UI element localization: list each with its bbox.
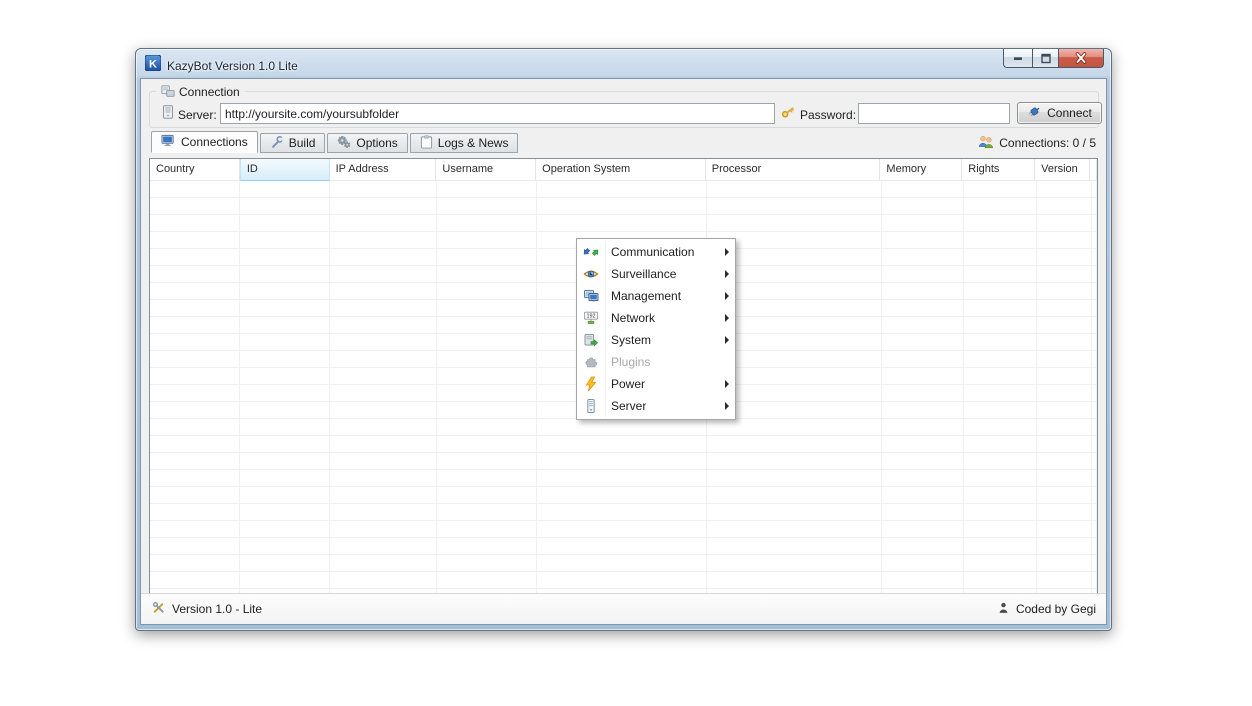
submenu-arrow-icon <box>719 336 735 344</box>
submenu-arrow-icon <box>719 380 735 388</box>
menu-item-label: Power <box>605 377 719 391</box>
submenu-arrow-icon <box>719 314 735 322</box>
submenu-arrow-icon <box>719 402 735 410</box>
tab-build[interactable]: Build <box>260 133 326 153</box>
tab-connections[interactable]: Connections <box>151 131 258 153</box>
app-icon: K <box>145 55 161 76</box>
title-bar[interactable]: K KazyBot Version 1.0 Lite <box>136 49 1111 78</box>
table-header: Country ID IP Address Username Operation… <box>150 159 1097 181</box>
column-header-rights[interactable]: Rights <box>962 159 1035 180</box>
column-header-ip-address[interactable]: IP Address <box>330 159 437 180</box>
monitor-icon <box>161 134 176 151</box>
menu-item-label: Network <box>605 311 719 325</box>
column-header-processor[interactable]: Processor <box>706 159 881 180</box>
clipboard-icon <box>420 135 433 152</box>
system-drive-icon <box>577 332 605 348</box>
column-header-version[interactable]: Version <box>1035 159 1090 180</box>
column-header-operation-system[interactable]: Operation System <box>536 159 706 180</box>
tab-logs-news[interactable]: Logs & News <box>410 133 519 153</box>
connect-button-label: Connect <box>1047 106 1092 120</box>
menu-item-power[interactable]: Power <box>577 373 735 395</box>
tab-options[interactable]: Options <box>327 133 407 153</box>
menu-item-label: Surveillance <box>605 267 719 281</box>
plug-icon <box>1027 104 1042 122</box>
menu-item-server[interactable]: Server <box>577 395 735 417</box>
menu-item-label: Plugins <box>605 355 719 369</box>
server-icon <box>162 105 174 119</box>
svg-text:192: 192 <box>587 314 596 320</box>
menu-item-label: Communication <box>605 245 719 259</box>
menu-item-label: System <box>605 333 719 347</box>
person-icon <box>997 601 1010 618</box>
submenu-arrow-icon <box>719 248 735 256</box>
gears-icon <box>337 135 351 152</box>
close-button[interactable] <box>1059 49 1104 68</box>
communication-icon <box>577 244 605 260</box>
column-header-country[interactable]: Country <box>150 159 240 180</box>
tab-strip: Connections Build <box>151 131 518 153</box>
tab-options-label: Options <box>356 136 397 150</box>
tools-icon <box>151 600 166 618</box>
connection-groupbox: Connection Server: <box>149 91 1099 128</box>
submenu-arrow-icon <box>719 292 735 300</box>
column-header-username[interactable]: Username <box>436 159 536 180</box>
menu-item-system[interactable]: System <box>577 329 735 351</box>
client-area: Connection Server: <box>140 78 1107 625</box>
connection-group-label: Connection <box>179 85 240 99</box>
menu-item-label: Server <box>605 399 719 413</box>
ip-address-icon: 192 <box>577 310 605 326</box>
status-credit-text: Coded by Gegi <box>1016 602 1096 616</box>
column-header-memory[interactable]: Memory <box>880 159 962 180</box>
connections-counter-text: Connections: 0 / 5 <box>999 136 1096 150</box>
menu-item-surveillance[interactable]: Surveillance <box>577 263 735 285</box>
puzzle-icon <box>577 354 605 370</box>
tab-build-label: Build <box>289 136 316 150</box>
wrench-icon <box>270 135 284 152</box>
connect-button[interactable]: Connect <box>1017 102 1102 124</box>
password-input[interactable] <box>858 103 1010 124</box>
key-icon <box>780 104 796 120</box>
eye-icon <box>577 266 605 282</box>
connections-counter: Connections: 0 / 5 <box>978 134 1096 152</box>
menu-item-network[interactable]: 192 Network <box>577 307 735 329</box>
users-icon <box>978 134 994 152</box>
column-header-filler <box>1090 159 1097 180</box>
menu-item-label: Management <box>605 289 719 303</box>
status-version-text: Version 1.0 - Lite <box>172 602 262 616</box>
menu-item-communication[interactable]: Communication <box>577 241 735 263</box>
status-bar: Version 1.0 - Lite Coded by Gegi <box>141 593 1106 624</box>
app-window: K KazyBot Version 1.0 Lite <box>135 48 1112 631</box>
maximize-button[interactable] <box>1032 49 1059 68</box>
submenu-arrow-icon <box>719 270 735 278</box>
menu-item-management[interactable]: Management <box>577 285 735 307</box>
context-menu: Communication Surveillance <box>576 238 736 420</box>
server-tower-icon <box>577 398 605 414</box>
svg-text:K: K <box>149 59 157 71</box>
password-label: Password: <box>800 105 856 125</box>
connection-group-icon <box>161 84 175 101</box>
tab-logs-news-label: Logs & News <box>438 136 509 150</box>
lightning-icon <box>577 376 605 392</box>
menu-item-plugins: Plugins <box>577 351 735 373</box>
window-title: KazyBot Version 1.0 Lite <box>167 59 298 73</box>
server-input[interactable] <box>220 103 775 124</box>
tab-connections-label: Connections <box>181 135 248 149</box>
server-label: Server: <box>178 105 217 125</box>
column-header-id[interactable]: ID <box>240 159 330 181</box>
monitors-icon <box>577 288 605 304</box>
minimize-button[interactable] <box>1003 49 1032 68</box>
